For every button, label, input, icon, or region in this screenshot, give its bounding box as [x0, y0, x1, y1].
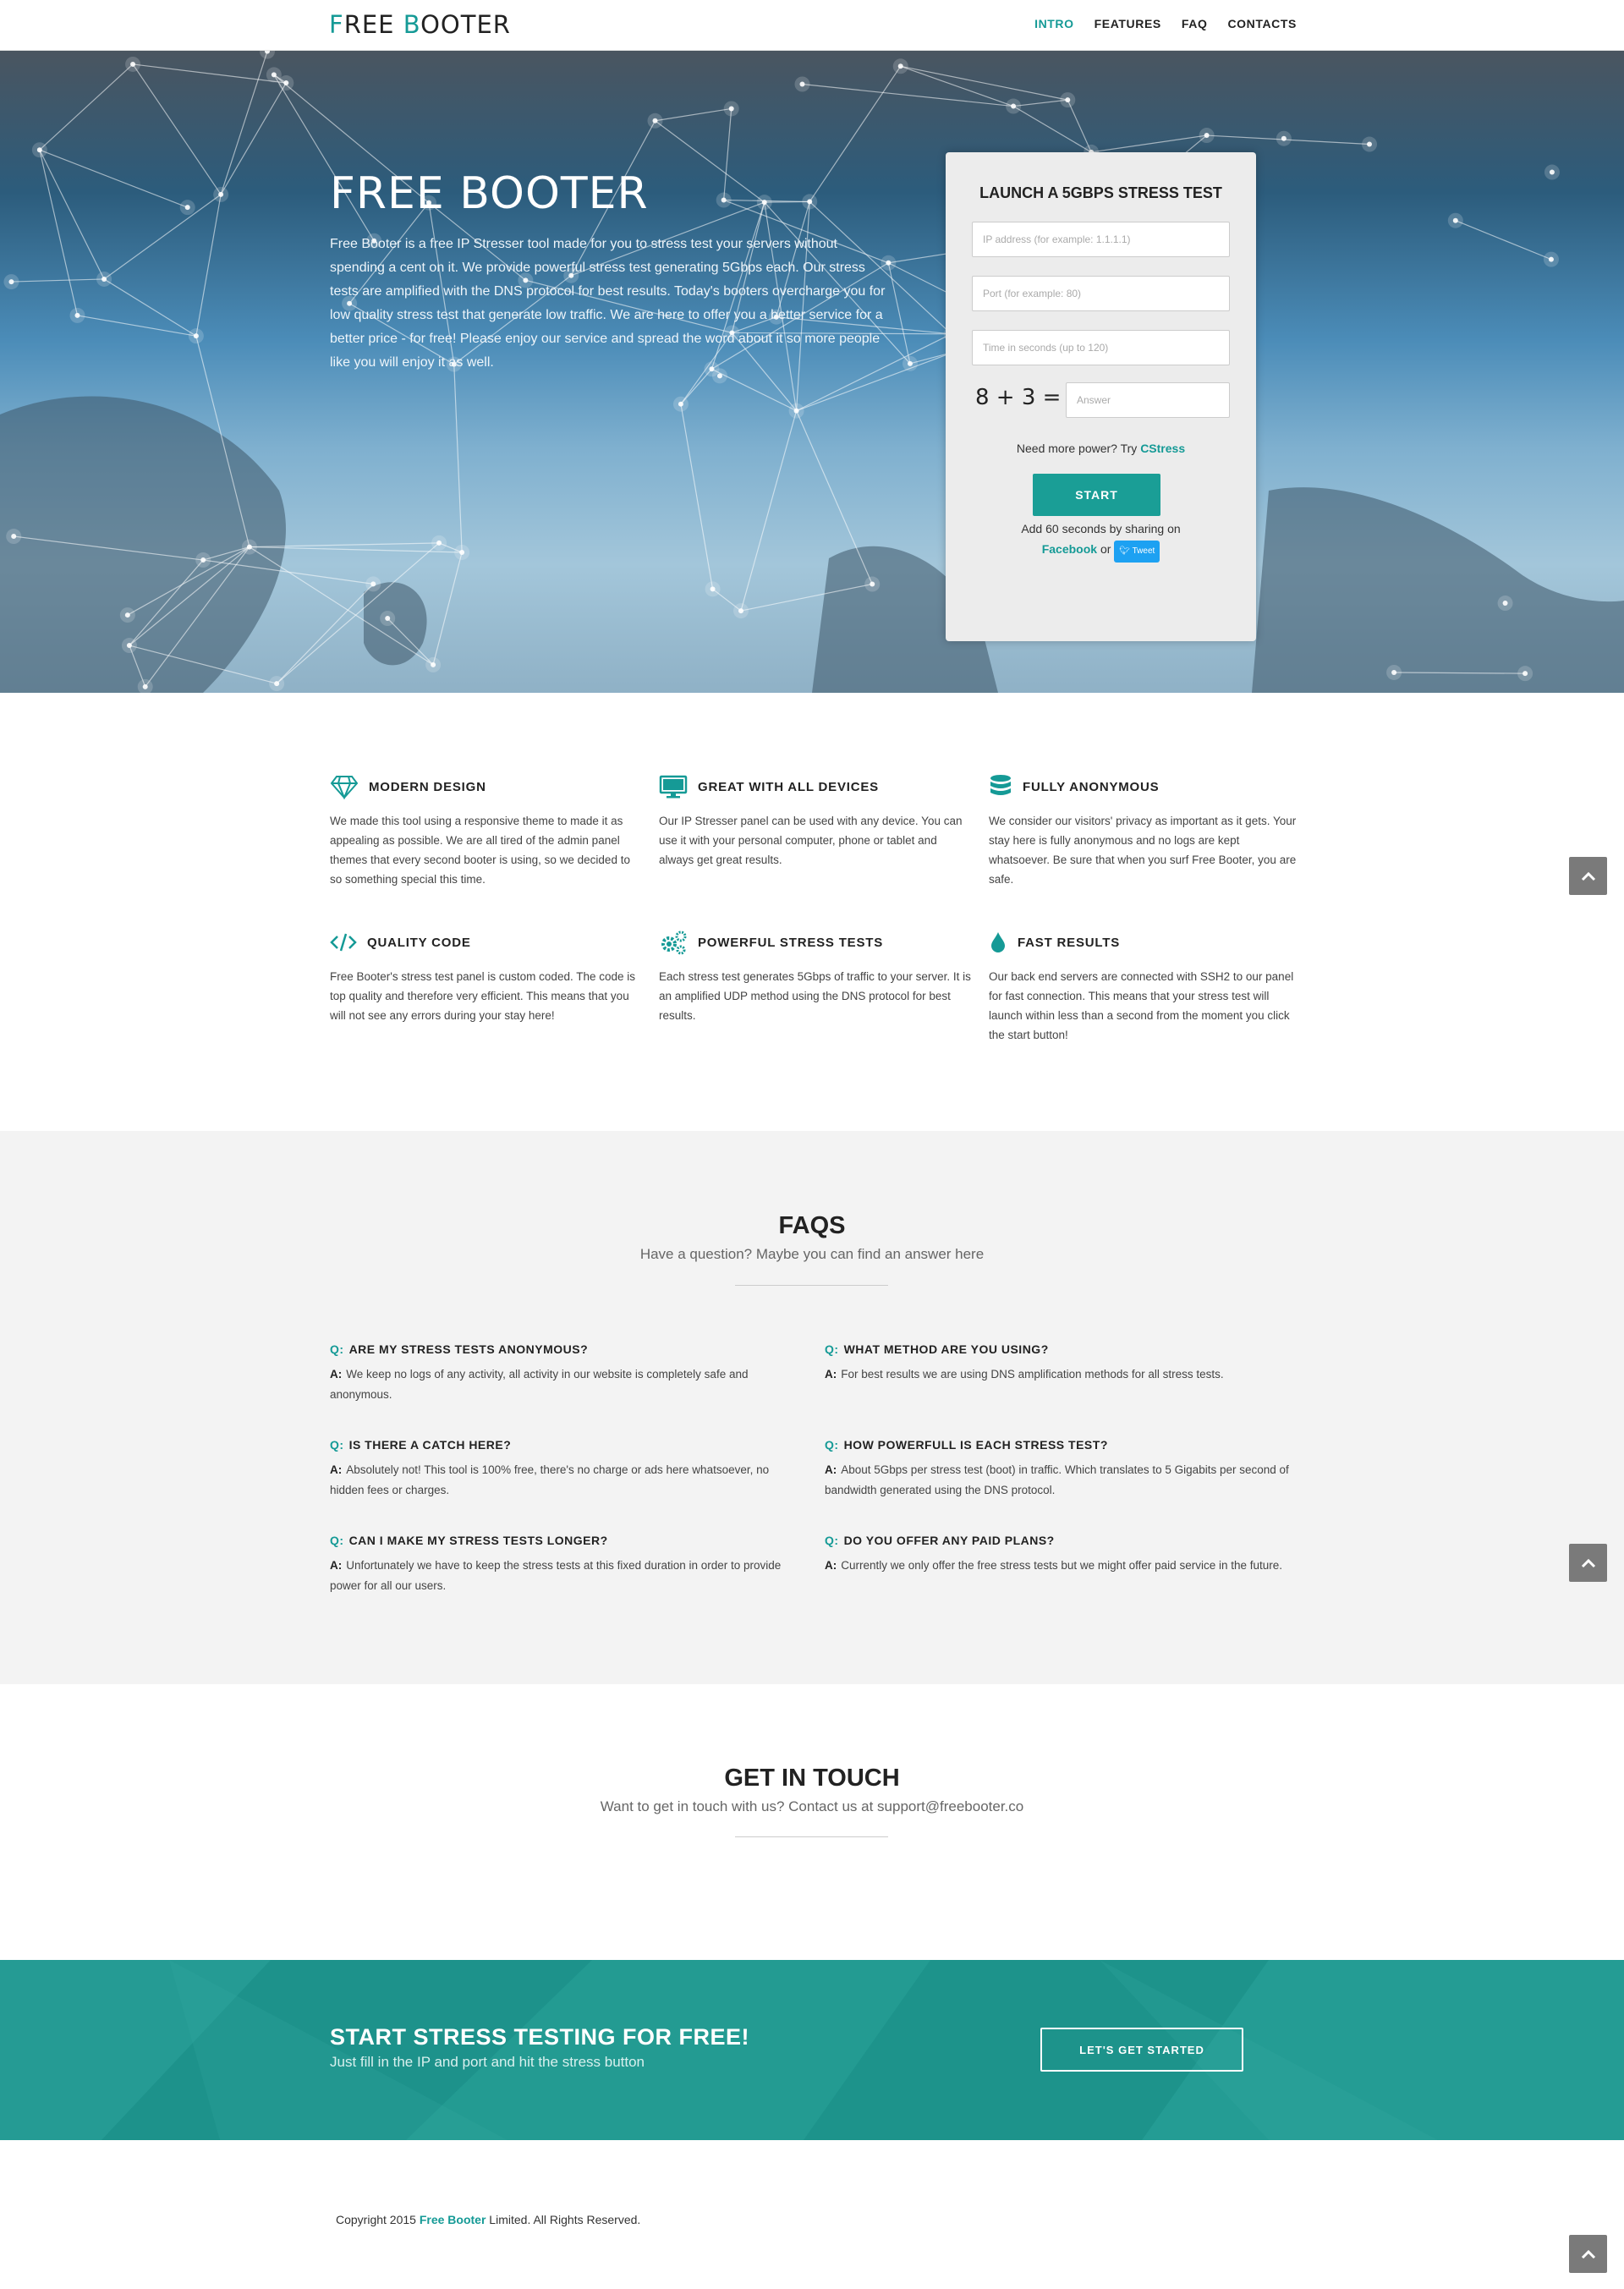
scroll-to-top-button[interactable] [1569, 857, 1607, 895]
faq-item: Q: DO YOU OFFER ANY PAID PLANS? A: Current… [825, 1534, 1298, 1576]
feature-all-devices: GREAT WITH ALL DEVICES Our IP Stresser p… [659, 774, 972, 870]
top-navbar: FREE BOOTER INTRO FEATURES FAQ CONTACTS [0, 0, 1624, 51]
feature-title: QUALITY CODE [367, 935, 471, 950]
get-started-button[interactable]: LET'S GET STARTED [1040, 2028, 1243, 2072]
hero-description: Free Booter is a free IP Stresser tool m… [330, 237, 886, 370]
faq-item: Q: ARE MY STRESS TESTS ANONYMOUS? A: We ke… [330, 1342, 804, 1405]
contact-section: GET IN TOUCH Want to get in touch with u… [0, 1684, 1624, 1960]
hero-section: FREE BOOTER Free Booter is a free IP Str… [0, 51, 1624, 693]
nav-item-faq[interactable]: FAQ [1182, 17, 1208, 30]
feature-text: Our IP Stresser panel can be used with a… [659, 815, 963, 866]
diamond-icon [330, 776, 359, 799]
faq-answer: A: Absolutely not! This tool is 100% free… [330, 1463, 770, 1496]
faq-item: Q: IS THERE A CATCH HERE? A: Absolutely no… [330, 1438, 804, 1501]
chevron-up-icon [1581, 1558, 1595, 1567]
faq-question: Q: HOW POWERFULL IS EACH STRESS TEST? [825, 1438, 1108, 1452]
feature-fully-anonymous: FULLY ANONYMOUS We consider our visitors… [989, 774, 1302, 889]
cta-subtitle: Just fill in the IP and port and hit the… [330, 2054, 645, 2070]
database-icon [990, 775, 1011, 795]
faq-section: FAQS Have a question? Maybe you can find… [0, 1131, 1624, 1684]
copyright-text: Copyright 2015 Free Booter Limited. All … [336, 2213, 641, 2226]
start-button[interactable]: START [1033, 474, 1160, 516]
feature-fast-results: FAST RESULTS Our back end servers are co… [989, 930, 1302, 1045]
faq-item: Q: WHAT METHOD ARE YOU USING? A: For best … [825, 1342, 1298, 1385]
cta-title: START STRESS TESTING FOR FREE! [330, 2024, 750, 2050]
facebook-share-link[interactable]: Facebook [1042, 542, 1097, 556]
faq-question: Q: ARE MY STRESS TESTS ANONYMOUS? [330, 1342, 589, 1356]
share-text: Add 60 seconds by sharing on Facebook or… [946, 519, 1256, 563]
scroll-to-top-button[interactable] [1569, 2235, 1607, 2273]
faq-answer: A: For best results we are using DNS ampl… [825, 1368, 1224, 1381]
footer-brand-link[interactable]: Free Booter [420, 2213, 486, 2226]
feature-text: Each stress test generates 5Gbps of traf… [659, 970, 971, 1022]
footer: Copyright 2015 Free Booter Limited. All … [0, 2140, 1624, 2289]
stress-test-form: LAUNCH A 5GBPS STRESS TEST 8 + 3 = Need … [946, 152, 1256, 641]
hero-title: FREE BOOTER [330, 168, 649, 219]
feature-quality-code: QUALITY CODE Free Booter's stress test p… [330, 930, 643, 1025]
feature-text: We made this tool using a responsive the… [330, 815, 630, 886]
feature-title: FULLY ANONYMOUS [1023, 779, 1160, 794]
faq-answer: A: About 5Gbps per stress test (boot) in … [825, 1463, 1289, 1496]
features-section: MODERN DESIGN We made this tool using a … [0, 693, 1624, 1131]
faq-answer: A: We keep no logs of any activity, all a… [330, 1368, 749, 1401]
faq-question: Q: DO YOU OFFER ANY PAID PLANS? [825, 1534, 1055, 1547]
port-input[interactable] [972, 276, 1230, 311]
nav-menu: INTRO FEATURES FAQ CONTACTS [1034, 17, 1297, 30]
twitter-bird-icon: 🐦︎ [1119, 546, 1130, 556]
feature-title: MODERN DESIGN [369, 779, 486, 794]
polygon-background-graphic [0, 1960, 1624, 2140]
nav-item-features[interactable]: FEATURES [1095, 17, 1161, 30]
feature-modern-design: MODERN DESIGN We made this tool using a … [330, 774, 643, 889]
tweet-button[interactable]: 🐦︎ Tweet [1114, 541, 1160, 563]
chevron-up-icon [1581, 2249, 1595, 2259]
contact-subtitle: Want to get in touch with us? Contact us… [600, 1798, 1024, 1814]
form-title: LAUNCH A 5GBPS STRESS TEST [979, 184, 1222, 201]
feature-title: GREAT WITH ALL DEVICES [698, 779, 879, 794]
drop-icon [991, 932, 1005, 952]
ip-address-input[interactable] [972, 222, 1230, 257]
cstress-link[interactable]: CStress [1140, 442, 1185, 455]
captcha-question: 8 + 3 = [975, 385, 1062, 410]
faq-question: Q: WHAT METHOD ARE YOU USING? [825, 1342, 1049, 1356]
feature-powerful-tests: POWERFUL STRESS TESTS Each stress test g… [659, 930, 972, 1025]
faq-answer: A: Currently we only offer the free stres… [825, 1559, 1282, 1572]
feature-text: Free Booter's stress test panel is custo… [330, 970, 635, 1022]
monitor-icon [659, 775, 688, 799]
cta-banner: START STRESS TESTING FOR FREE! Just fill… [0, 1960, 1624, 2140]
faq-divider [735, 1285, 888, 1286]
contact-title: GET IN TOUCH [724, 1765, 900, 1792]
contact-divider [735, 1836, 888, 1837]
gears-icon [661, 930, 687, 955]
captcha-answer-input[interactable] [1066, 382, 1230, 418]
scroll-to-top-button[interactable] [1569, 1544, 1607, 1582]
faq-subtitle: Have a question? Maybe you can find an a… [639, 1246, 985, 1262]
feature-text: Our back end servers are connected with … [989, 970, 1294, 1041]
faq-title: FAQS [778, 1212, 846, 1239]
feature-title: FAST RESULTS [1018, 935, 1120, 950]
faq-item: Q: CAN I MAKE MY STRESS TESTS LONGER? A: U… [330, 1534, 804, 1596]
faq-item: Q: HOW POWERFULL IS EACH STRESS TEST? A: A… [825, 1438, 1298, 1501]
more-power-text: Need more power? Try CStress [1016, 442, 1186, 455]
faq-question: Q: CAN I MAKE MY STRESS TESTS LONGER? [330, 1534, 608, 1547]
code-icon [330, 933, 357, 952]
faq-answer: A: Unfortunately we have to keep the stre… [330, 1559, 782, 1592]
feature-title: POWERFUL STRESS TESTS [698, 935, 884, 950]
chevron-up-icon [1581, 871, 1595, 881]
nav-item-contacts[interactable]: CONTACTS [1227, 17, 1297, 30]
time-input[interactable] [972, 330, 1230, 365]
faq-question: Q: IS THERE A CATCH HERE? [330, 1438, 512, 1452]
site-logo[interactable]: FREE BOOTER [329, 10, 511, 39]
nav-item-intro[interactable]: INTRO [1034, 17, 1074, 30]
feature-text: We consider our visitors' privacy as imp… [989, 815, 1297, 886]
